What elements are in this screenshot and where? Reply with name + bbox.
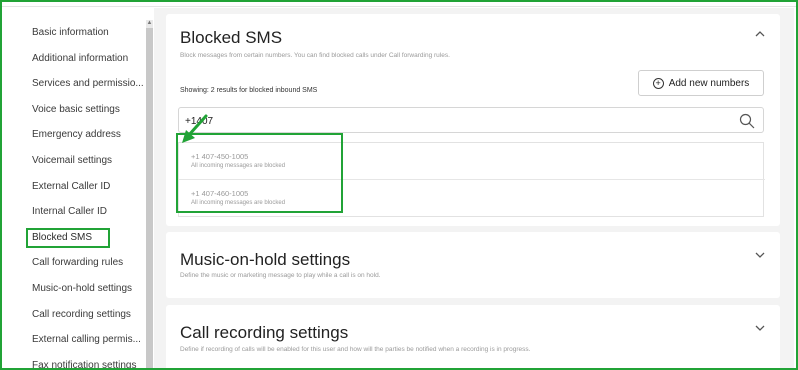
screenshot-highlight-frame <box>0 0 798 370</box>
